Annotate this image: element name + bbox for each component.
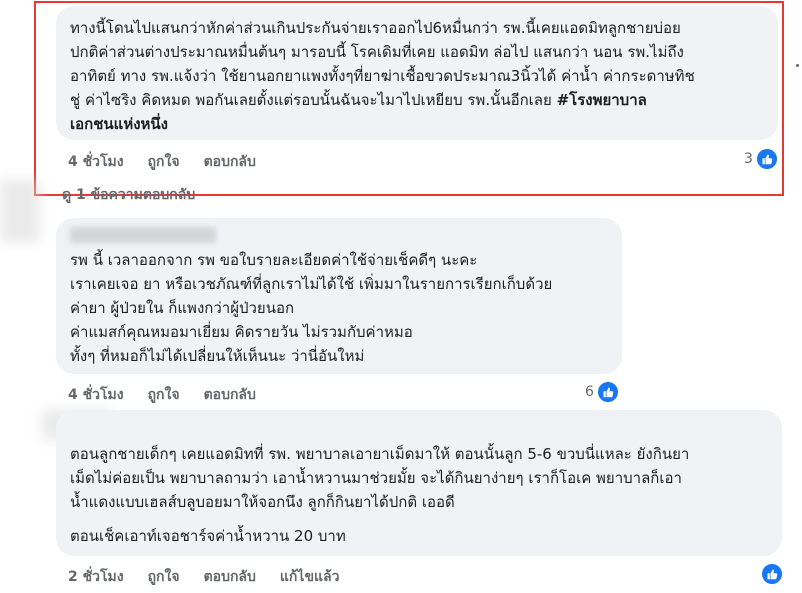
comment-3-time[interactable]: 2 ชั่วโมง <box>68 566 124 588</box>
comment-3-line-3: น้ำแดงแบบเฮลส์บลูบอยมาให้จอกนึง ลูกก็กิน… <box>70 493 455 511</box>
comment-2-time[interactable]: 4 ชั่วโมง <box>68 384 124 406</box>
comment-3-reply-button[interactable]: ตอบกลับ <box>204 566 256 588</box>
comment-3-edited-label[interactable]: แก้ไขแล้ว <box>280 566 340 588</box>
comment-1-line-1: ทางนี้โดนไปแสนกว่าหักค่าส่วนเกินประกันจ่… <box>70 19 681 37</box>
comment-3-line-5: ตอนเช็คเอาท์เจอชาร์จค่าน้ำหวาน 20 บาท <box>70 527 346 545</box>
comment-1-line-2: ปกติค่าส่วนต่างประมาณหมื่นต้นๆ มารอบนี้ … <box>70 43 684 61</box>
thumbs-up-icon <box>595 380 620 404</box>
comment-2-line-3: ค่ายา ผู้ป่วยใน ก็แพงกว่าผู้ป่วยนอก <box>70 299 295 317</box>
comment-bubble-3: ตอนลูกชายเด็กๆ เคยแอดมิทที่ รพ. พยาบาลเอ… <box>56 410 782 556</box>
more-options-dot <box>796 64 799 67</box>
comment-1-line-4: ชู่ ค่าไซริง คิดหมด พอกันเลยตั้งแต่รอบนั… <box>70 88 764 112</box>
hashtag-link-cont[interactable]: เอกชนแห่งหนึ่ง <box>70 112 764 136</box>
thumbs-up-icon <box>760 562 784 586</box>
comment-2-reply-button[interactable]: ตอบกลับ <box>204 384 256 406</box>
view-replies-link[interactable]: ดู 1 ข้อความตอบกลับ <box>62 184 195 206</box>
comment-1-reaction-count: 3 <box>744 151 753 167</box>
comment-3-line-4 <box>70 514 768 524</box>
comment-bubble-1: ทางนี้โดนไปแสนกว่าหักค่าส่วนเกินประกันจ่… <box>56 6 778 140</box>
comment-2-reactions[interactable]: 6 <box>585 380 620 404</box>
avatar <box>0 180 40 242</box>
comment-3-line-2: เม็ดไม่ค่อยเป็น พยาบาลถามว่า เอาน้ำหวานม… <box>70 469 682 487</box>
comment-2-line-5: ทั้งๆ ที่หมอก็ไม่ได้เปลี่ยนให้เห็นนะ ว่า… <box>70 347 365 365</box>
commenter-name[interactable] <box>70 227 216 243</box>
comment-2-line-4: ค่าแมสก์คุณหมอมาเยี่ยม คิดรายวัน ไม่รวมก… <box>70 323 413 341</box>
comment-3-reactions[interactable] <box>758 562 784 586</box>
comment-1-reactions[interactable]: 3 <box>744 147 779 171</box>
hashtag-link[interactable]: #โรงพยาบาล <box>557 91 647 109</box>
comment-2-like-button[interactable]: ถูกใจ <box>148 384 180 406</box>
comment-2-reaction-count: 6 <box>585 384 594 400</box>
comment-2-line-2: เราเคยเจอ ยา หรือเวชภัณฑ์ที่ลูกเราไม่ได้… <box>70 275 553 293</box>
comment-1-time[interactable]: 4 ชั่วโมง <box>68 151 124 173</box>
comment-3-like-button[interactable]: ถูกใจ <box>148 566 180 588</box>
comment-3-actions: 2 ชั่วโมง ถูกใจ ตอบกลับ แก้ไขแล้ว <box>68 566 363 588</box>
thumbs-up-icon <box>754 147 779 171</box>
comment-1-actions: 4 ชั่วโมง ถูกใจ ตอบกลับ <box>68 151 280 173</box>
comment-2-actions: 4 ชั่วโมง ถูกใจ ตอบกลับ <box>68 384 280 406</box>
comment-2-line-1: รพ นี้ เวลาออกจาก รพ ขอใบรายละเอียดค่าใช… <box>70 251 478 269</box>
comment-3-line-1: ตอนลูกชายเด็กๆ เคยแอดมิทที่ รพ. พยาบาลเอ… <box>70 445 690 463</box>
comment-1-line-3: อาทิตย์ ทาง รพ.แจ้งว่า ใช้ยานอกยาแพงทั้ง… <box>70 67 695 85</box>
comment-1-like-button[interactable]: ถูกใจ <box>148 151 180 173</box>
comment-1-line-4-text: ชู่ ค่าไซริง คิดหมด พอกันเลยตั้งแต่รอบนั… <box>70 91 557 109</box>
comment-1-reply-button[interactable]: ตอบกลับ <box>204 151 256 173</box>
